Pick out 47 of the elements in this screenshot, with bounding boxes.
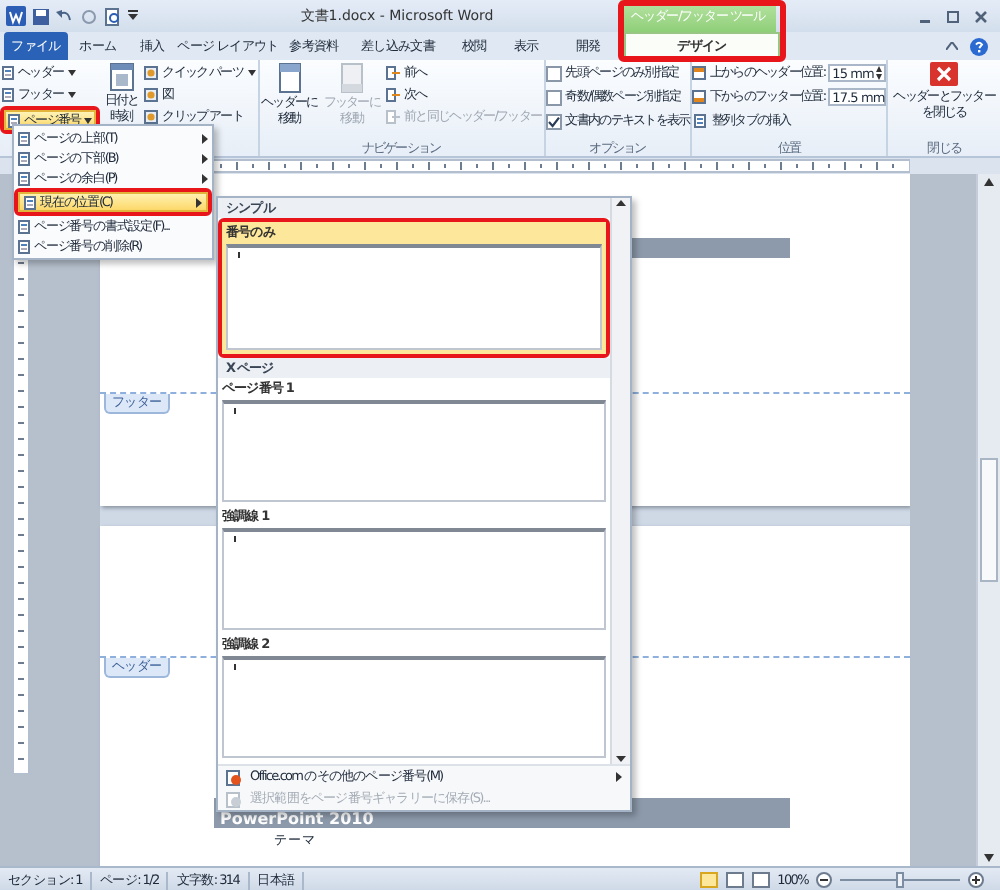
page-icon — [24, 195, 36, 209]
page-icon — [277, 62, 302, 94]
caret-icon — [67, 69, 76, 75]
print-preview-icon[interactable] — [104, 7, 122, 25]
page-icon — [18, 151, 30, 165]
caret-icon — [247, 69, 255, 75]
tab-stop-icon — [693, 113, 708, 127]
page-icon — [339, 62, 364, 94]
scroll-thumb[interactable] — [980, 458, 998, 582]
document-heading: PowerPoint 2010 — [220, 810, 374, 828]
page-arrow-icon — [386, 65, 401, 79]
scroll-down-icon[interactable] — [984, 854, 994, 862]
insert-object-icon — [144, 109, 159, 123]
page-icon — [18, 171, 30, 185]
zoom-out-icon[interactable] — [816, 872, 832, 888]
vertical-scrollbar[interactable] — [976, 174, 1000, 866]
close-icon[interactable] — [974, 9, 988, 23]
zoom-in-icon[interactable] — [968, 872, 984, 888]
customize-caret-icon[interactable] — [128, 10, 138, 22]
collapse-ribbon-icon[interactable] — [946, 42, 958, 50]
page-icon — [226, 769, 242, 785]
page-icon — [18, 239, 30, 253]
save-icon[interactable] — [32, 7, 50, 25]
page-icon — [18, 219, 30, 233]
scroll-up-icon[interactable] — [616, 200, 626, 206]
close-icon — [930, 62, 959, 88]
insert-object-icon — [144, 65, 159, 79]
insert-object-icon — [144, 87, 159, 101]
gallery-scrollbar[interactable] — [610, 198, 630, 764]
margin-icon — [691, 66, 706, 80]
caret-icon — [67, 91, 76, 97]
spin-arrows-icon[interactable] — [876, 66, 883, 80]
undo-icon[interactable] — [56, 7, 74, 25]
margin-icon — [691, 90, 706, 104]
submenu-arrow-icon — [616, 772, 622, 782]
zoom-thumb[interactable] — [896, 872, 904, 888]
word-logo-icon — [6, 6, 26, 26]
page-icon — [2, 65, 14, 79]
restore-icon[interactable] — [946, 9, 960, 23]
page-icon — [18, 131, 30, 145]
page-icon — [2, 87, 14, 101]
page-arrow-icon — [386, 87, 401, 101]
submenu-arrow-icon — [196, 197, 202, 207]
calendar-icon — [109, 62, 134, 92]
help-icon[interactable] — [970, 37, 988, 55]
scroll-up-icon[interactable] — [984, 178, 994, 186]
page-arrow-icon — [386, 109, 401, 123]
